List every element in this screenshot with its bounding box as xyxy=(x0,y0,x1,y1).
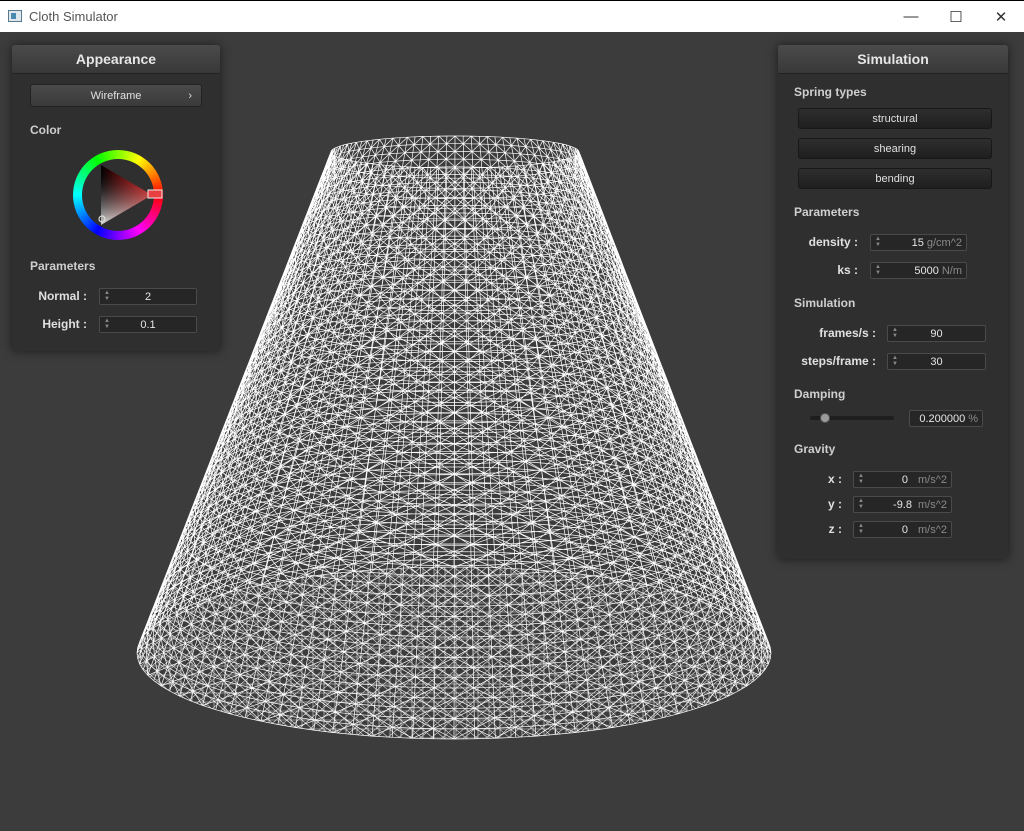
gravity-unit: m/s^2 xyxy=(918,499,947,511)
gravity-z-stepper[interactable]: ▲ ▼ 0 m/s^2 xyxy=(853,521,952,538)
minimize-icon: — xyxy=(903,8,919,25)
gravity-section-label: Gravity xyxy=(794,442,836,456)
height-stepper[interactable]: ▲ ▼ 0.1 xyxy=(99,316,197,333)
density-label: density : xyxy=(808,235,858,249)
density-unit: g/cm^2 xyxy=(926,237,962,249)
appearance-panel: Appearance Wireframe › Color Parameters … xyxy=(12,45,220,351)
normal-label: Normal : xyxy=(38,289,87,303)
gravity-x-stepper[interactable]: ▲ ▼ 0 m/s^2 xyxy=(853,471,952,488)
simulation-section-label: Simulation xyxy=(794,296,856,310)
damping-section-label: Damping xyxy=(794,387,846,401)
steps-per-frame-label: steps/frame : xyxy=(801,354,876,368)
stepper-arrows-icon[interactable]: ▲ ▼ xyxy=(858,473,864,485)
render-mode-value: Wireframe xyxy=(90,90,142,102)
simulation-panel: Simulation Spring types structural shear… xyxy=(778,45,1008,559)
stepper-arrows-icon[interactable]: ▲ ▼ xyxy=(858,523,864,535)
minimize-button[interactable]: — xyxy=(888,1,934,32)
spring-types-label: Spring types xyxy=(794,85,867,99)
gravity-unit: m/s^2 xyxy=(918,524,947,536)
height-label: Height : xyxy=(42,317,87,331)
window-title: Cloth Simulator xyxy=(29,9,118,24)
gravity-x-label: x : xyxy=(827,472,842,486)
frames-per-second-label: frames/s : xyxy=(819,326,876,340)
stepper-arrows-icon[interactable]: ▲ ▼ xyxy=(858,498,864,510)
app-icon xyxy=(8,10,22,22)
simulation-header[interactable]: Simulation xyxy=(778,45,1008,74)
bending-toggle-button[interactable]: bending xyxy=(798,168,992,189)
color-wheel[interactable] xyxy=(70,147,166,243)
stepper-arrows-icon[interactable]: ▲ ▼ xyxy=(875,236,881,248)
normal-stepper[interactable]: ▲ ▼ 2 xyxy=(99,288,197,305)
gravity-y-stepper[interactable]: ▲ ▼ -9.8 m/s^2 xyxy=(853,496,952,513)
gravity-unit: m/s^2 xyxy=(918,474,947,486)
ks-unit: N/m xyxy=(941,265,962,277)
ks-label: ks : xyxy=(837,263,858,277)
mesh-floor xyxy=(137,567,771,739)
steps-per-frame-stepper[interactable]: ▲ ▼ 30 xyxy=(887,353,986,370)
chevron-right-icon: › xyxy=(188,90,192,102)
close-icon: ✕ xyxy=(994,8,1008,26)
damping-value-field[interactable]: 0.200000% xyxy=(909,410,983,427)
simulation-parameters-label: Parameters xyxy=(794,205,860,219)
maximize-button[interactable]: ☐ xyxy=(933,1,979,32)
damping-unit: % xyxy=(968,413,978,425)
appearance-parameters-label: Parameters xyxy=(30,259,96,273)
maximize-icon: ☐ xyxy=(949,8,963,26)
render-mode-dropdown[interactable]: Wireframe › xyxy=(30,84,202,107)
shearing-toggle-button[interactable]: shearing xyxy=(798,138,992,159)
title-bar: Cloth Simulator — ☐ ✕ xyxy=(0,0,1024,32)
structural-toggle-button[interactable]: structural xyxy=(798,108,992,129)
gravity-y-label: y : xyxy=(827,497,842,511)
damping-slider-handle[interactable] xyxy=(820,413,830,423)
ks-stepper[interactable]: ▲ ▼ 5000 N/m xyxy=(870,262,967,279)
appearance-header[interactable]: Appearance xyxy=(12,45,220,74)
color-section-label: Color xyxy=(30,123,62,137)
density-stepper[interactable]: ▲ ▼ 15 g/cm^2 xyxy=(870,234,967,251)
gravity-z-label: z : xyxy=(828,522,842,536)
frames-per-second-stepper[interactable]: ▲ ▼ 90 xyxy=(887,325,986,342)
stepper-arrows-icon[interactable]: ▲ ▼ xyxy=(875,264,881,276)
close-button[interactable]: ✕ xyxy=(978,1,1024,32)
